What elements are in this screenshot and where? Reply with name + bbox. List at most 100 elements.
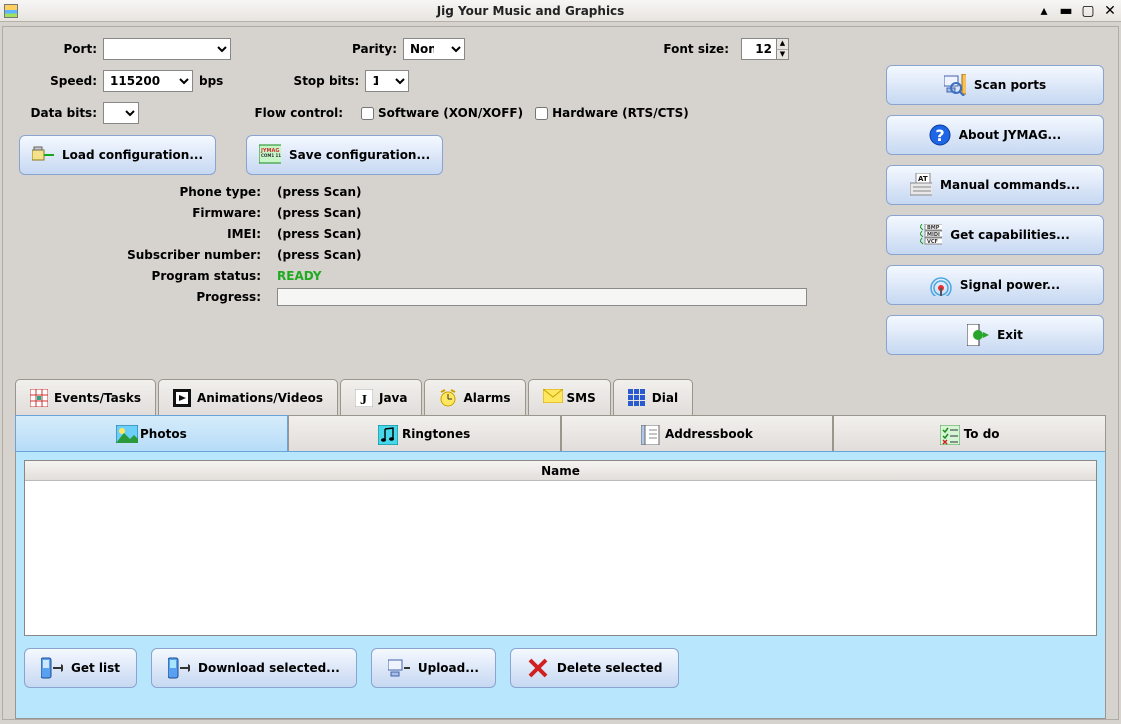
todo-icon	[940, 425, 958, 443]
get-capabilities-button[interactable]: BMPMIDIVCF Get capabilities...	[886, 215, 1104, 255]
about-button[interactable]: ? About JYMAG...	[886, 115, 1104, 155]
tab-sms[interactable]: SMS	[528, 379, 611, 415]
svg-text:COM1 115200: COM1 115200	[261, 153, 281, 158]
delete-selected-button[interactable]: Delete selected	[510, 648, 680, 688]
subscriber-value: (press Scan)	[277, 248, 361, 262]
load-config-icon: JYMAG	[32, 144, 54, 166]
port-label: Port:	[9, 42, 103, 56]
flow-hardware-checkbox[interactable]	[535, 107, 548, 120]
get-list-icon	[41, 657, 63, 679]
bottom-button-row: Get list Download selected... Upload... …	[24, 648, 1097, 688]
download-icon	[168, 657, 190, 679]
imei-label: IMEI:	[9, 227, 267, 241]
window-title: Jig Your Music and Graphics	[24, 4, 1037, 18]
save-config-label: Save configuration...	[289, 148, 430, 162]
exit-button[interactable]: Exit	[886, 315, 1104, 355]
bps-label: bps	[199, 74, 223, 88]
svg-text:VCF: VCF	[927, 239, 938, 245]
progress-label: Progress:	[9, 290, 267, 304]
signal-power-button[interactable]: Signal power...	[886, 265, 1104, 305]
download-selected-button[interactable]: Download selected...	[151, 648, 357, 688]
imei-value: (press Scan)	[277, 227, 361, 241]
app-icon	[4, 4, 18, 18]
upload-button[interactable]: Upload...	[371, 648, 496, 688]
tab-alarms[interactable]: Alarms	[424, 379, 525, 415]
phone-type-label: Phone type:	[9, 185, 267, 199]
font-size-up-icon[interactable]: ▲	[776, 39, 788, 50]
photos-icon	[116, 425, 134, 443]
right-button-column: Scan ports ? About JYMAG... ATOK Manual …	[886, 65, 1104, 355]
download-label: Download selected...	[198, 661, 340, 675]
manual-commands-label: Manual commands...	[940, 178, 1080, 192]
tab-ringtones-label: Ringtones	[402, 427, 470, 441]
get-list-button[interactable]: Get list	[24, 648, 137, 688]
manual-commands-button[interactable]: ATOK Manual commands...	[886, 165, 1104, 205]
flow-software-checkbox[interactable]	[361, 107, 374, 120]
manual-commands-icon: ATOK	[910, 174, 932, 196]
svg-text:?: ?	[935, 126, 944, 145]
window-controls: ▴ ▬ ▢ ✕	[1037, 4, 1117, 18]
load-config-label: Load configuration...	[62, 148, 203, 162]
font-size-label: Font size:	[655, 42, 735, 56]
tab-sms-label: SMS	[567, 391, 596, 405]
data-bits-label: Data bits:	[9, 106, 103, 120]
program-status-label: Program status:	[9, 269, 267, 283]
rollup-icon[interactable]: ▴	[1037, 4, 1051, 18]
close-icon[interactable]: ✕	[1103, 4, 1117, 18]
about-icon: ?	[929, 124, 951, 146]
tab-events-label: Events/Tasks	[54, 391, 141, 405]
font-size-input[interactable]	[742, 39, 776, 59]
parity-label: Parity:	[297, 42, 403, 56]
tab-java-label: Java	[379, 391, 407, 405]
stop-bits-select[interactable]: 1	[365, 70, 409, 92]
data-bits-select[interactable]: 8	[103, 102, 139, 124]
capabilities-icon: BMPMIDIVCF	[920, 224, 942, 246]
delete-label: Delete selected	[557, 661, 663, 675]
flow-control-label: Flow control:	[243, 106, 349, 120]
ringtones-icon	[378, 425, 396, 443]
about-label: About JYMAG...	[959, 128, 1062, 142]
tab-row-2: Photos Ringtones Addressbook To do	[15, 415, 1106, 451]
font-size-down-icon[interactable]: ▼	[776, 50, 788, 60]
font-size-spinner[interactable]: ▲ ▼	[741, 38, 789, 60]
capabilities-label: Get capabilities...	[950, 228, 1070, 242]
list-body[interactable]	[25, 481, 1096, 635]
port-select[interactable]	[103, 38, 231, 60]
tab-ringtones[interactable]: Ringtones	[288, 415, 561, 451]
tab-addressbook[interactable]: Addressbook	[561, 415, 834, 451]
tabs-area: Events/Tasks Animations/Videos J Java Al…	[15, 379, 1106, 719]
svg-text:J: J	[360, 393, 367, 407]
title-bar: Jig Your Music and Graphics ▴ ▬ ▢ ✕	[0, 0, 1121, 22]
get-list-label: Get list	[71, 661, 120, 675]
tab-todo[interactable]: To do	[833, 415, 1106, 451]
svg-text:BMP: BMP	[927, 225, 940, 231]
tab-row-1: Events/Tasks Animations/Videos J Java Al…	[15, 379, 1106, 415]
java-icon: J	[355, 389, 373, 407]
list-header-name[interactable]: Name	[25, 461, 1096, 481]
program-status-value: READY	[277, 269, 322, 283]
subscriber-label: Subscriber number:	[9, 248, 267, 262]
tab-animations[interactable]: Animations/Videos	[158, 379, 338, 415]
minimize-icon[interactable]: ▬	[1059, 4, 1073, 18]
tab-addressbook-label: Addressbook	[665, 427, 753, 441]
load-configuration-button[interactable]: JYMAG Load configuration...	[19, 135, 216, 175]
tab-dial[interactable]: Dial	[613, 379, 693, 415]
scan-ports-button[interactable]: Scan ports	[886, 65, 1104, 105]
delete-icon	[527, 657, 549, 679]
firmware-label: Firmware:	[9, 206, 267, 220]
tab-dial-label: Dial	[652, 391, 678, 405]
upload-icon	[388, 657, 410, 679]
tab-events-tasks[interactable]: Events/Tasks	[15, 379, 156, 415]
svg-text:MIDI: MIDI	[927, 232, 940, 238]
maximize-icon[interactable]: ▢	[1081, 4, 1095, 18]
list-box[interactable]: Name	[24, 460, 1097, 636]
tab-photos-label: Photos	[140, 427, 187, 441]
tab-java[interactable]: J Java	[340, 379, 422, 415]
stop-bits-label: Stop bits:	[259, 74, 365, 88]
progress-bar	[277, 288, 807, 306]
phone-type-value: (press Scan)	[277, 185, 361, 199]
tab-photos[interactable]: Photos	[15, 415, 288, 451]
speed-select[interactable]: 115200	[103, 70, 193, 92]
parity-select[interactable]: None	[403, 38, 465, 60]
save-configuration-button[interactable]: JYMAGCOM1 115200 Save configuration...	[246, 135, 443, 175]
